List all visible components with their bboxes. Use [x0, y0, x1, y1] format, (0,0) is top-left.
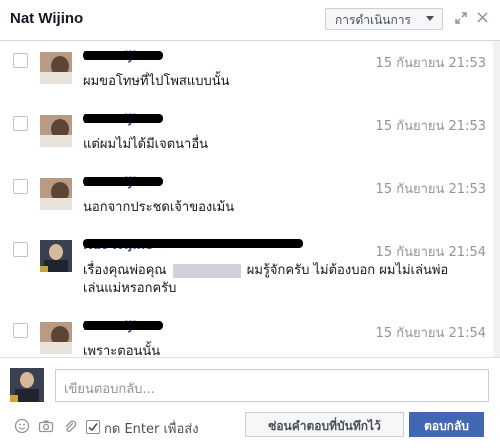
reply-button[interactable]: ตอบกลับ: [409, 412, 484, 437]
chevron-down-icon: [426, 16, 434, 21]
my-avatar: [10, 368, 44, 402]
scrollbar[interactable]: [493, 41, 500, 357]
message-text-part: เล่นแม่หรอกครับ: [83, 281, 177, 296]
message-checkbox[interactable]: [13, 242, 28, 257]
blurred-name: [172, 263, 241, 278]
expand-icon[interactable]: [455, 12, 467, 24]
message-checkbox[interactable]: [13, 53, 28, 68]
hide-saved-replies-button[interactable]: ซ่อนคำตอบที่บันทึกไว้: [245, 412, 404, 437]
message-text: นอกจากประชดเจ้าของเม้น: [83, 200, 235, 215]
redaction-mark: [83, 177, 163, 186]
avatar: [40, 52, 72, 84]
message-text-part: ผมรู้จักครับ ไม่ต้องบอก ผมไม่เล่นพ่อ: [246, 263, 449, 278]
send-on-enter-label: กด Enter เพื่อส่ง: [104, 422, 199, 437]
emoji-icon[interactable]: [14, 418, 30, 434]
list-item: Nat Wijino 15 กันยายน 21:53 ผมขอโทษที่ไป…: [0, 41, 493, 103]
redaction-mark: [83, 51, 163, 60]
checkmark-icon: [88, 423, 98, 432]
avatar: [40, 322, 72, 354]
message-timestamp: 15 กันยายน 21:53: [375, 119, 486, 134]
list-item: Nat Wijino 15 กันยายน 21:53 นอกจากประชดเ…: [0, 167, 493, 229]
list-item: Nat Wijino 15 กันยายน 21:53 แต่ผมไม่ได้ม…: [0, 104, 493, 166]
message-timestamp: 15 กันยายน 21:53: [375, 182, 486, 197]
camera-icon[interactable]: [38, 418, 54, 434]
message-checkbox[interactable]: [13, 116, 28, 131]
send-on-enter-checkbox[interactable]: [86, 420, 100, 434]
avatar: [40, 240, 72, 272]
redaction-mark: [83, 239, 303, 248]
actions-dropdown-label: การดำเนินการ: [335, 13, 411, 27]
conversation-title: Nat Wijino: [10, 10, 84, 27]
list-item: Nat Wijino 15 กันยายน 21:54 เพราะตอนนั้น: [0, 311, 493, 357]
chat-header: Nat Wijino การดำเนินการ ×: [0, 0, 500, 41]
avatar: [40, 115, 72, 147]
message-text: เพราะตอนนั้น: [83, 344, 161, 357]
message-timestamp: 15 กันยายน 21:54: [375, 326, 486, 341]
message-timestamp: 15 กันยายน 21:53: [375, 56, 486, 71]
redaction-mark: [83, 321, 163, 330]
list-item: Nat Wijino 15 กันยายน 21:54 เรื่องคุณพ่อ…: [0, 230, 493, 310]
avatar: [40, 178, 72, 210]
actions-dropdown[interactable]: การดำเนินการ: [325, 8, 443, 30]
redaction-mark: [83, 114, 163, 123]
reply-input[interactable]: เขียนตอบกลับ...: [55, 369, 489, 402]
message-checkbox[interactable]: [13, 179, 28, 194]
message-checkbox[interactable]: [13, 323, 28, 338]
message-text: เรื่องคุณพ่อคุณ ผมรู้จักครับ ไม่ต้องบอก …: [83, 262, 483, 298]
message-text-part: เรื่องคุณพ่อคุณ: [83, 263, 167, 278]
message-text: ผมขอโทษที่ไปโพสแบบนั้น: [83, 74, 230, 89]
message-text: แต่ผมไม่ได้มีเจตนาอื่น: [83, 137, 209, 152]
close-icon[interactable]: ×: [475, 9, 490, 27]
attachment-icon[interactable]: [62, 418, 78, 434]
message-list[interactable]: Nat Wijino 15 กันยายน 21:53 ผมขอโทษที่ไป…: [0, 41, 493, 357]
message-timestamp: 15 กันยายน 21:54: [375, 245, 486, 260]
